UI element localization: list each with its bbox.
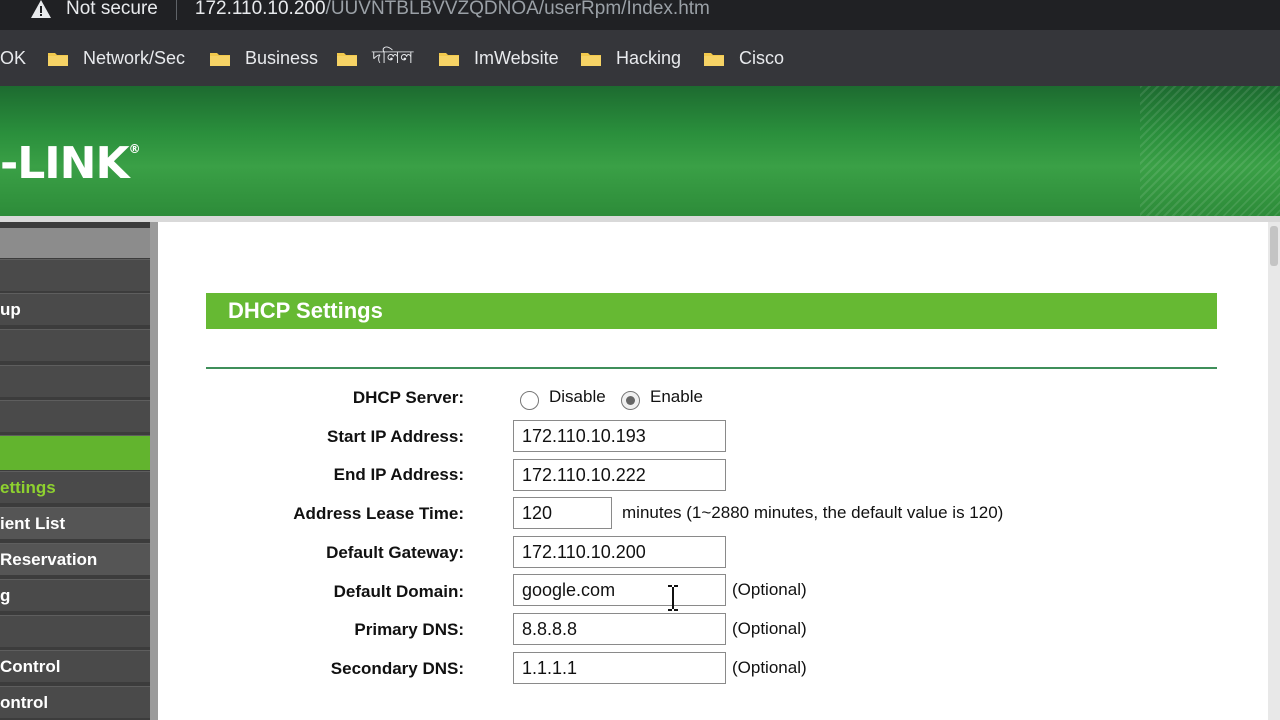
bookmarks-bar: OK Network/Sec Business দলিল ImWebsite H… [0,30,1280,86]
bookmark-business[interactable]: Business [209,46,318,70]
sidebar-item-label: up [0,299,21,319]
security-status-label[interactable]: Not secure [66,0,158,20]
sidebar-item[interactable] [0,259,150,291]
text-cursor-icon [668,585,678,611]
folder-icon [704,52,724,66]
tplink-logo: -LINK® [0,138,141,189]
start-ip-label: Start IP Address: [327,427,464,446]
bookmark-imwebsite[interactable]: ImWebsite [438,46,559,70]
bookmark-label: ImWebsite [474,47,559,68]
default-gateway-label: Default Gateway: [326,543,464,562]
vertical-scrollbar[interactable] [1268,222,1280,720]
dhcp-server-label: DHCP Server: [352,388,464,407]
folder-icon [439,52,459,66]
sidebar-item-label: g [0,585,11,605]
default-gateway-input[interactable]: 172.110.10.200 [513,536,726,568]
sidebar-item-label: ontrol [0,692,49,712]
enable-radio-label[interactable]: Enable [650,387,703,407]
folder-icon [581,52,601,66]
bookmark-label: দলিল [372,46,414,68]
sidebar-item[interactable] [0,365,150,397]
browser-address-bar[interactable]: Not secure 172.110.10.200 /UUVNTBLBVVZQD… [0,0,1280,30]
secondary-dns-optional: (Optional) [732,658,807,677]
secondary-dns-input[interactable]: 1.1.1.1 [513,652,726,684]
bookmark-cisco[interactable]: Cisco [703,46,784,70]
registered-mark: ® [128,142,141,156]
sidebar-item[interactable] [0,400,150,432]
bookmark-label: Network/Sec [83,47,186,68]
warning-icon[interactable] [30,0,52,19]
sidebar-item-address-reservation[interactable]: Reservation [0,543,150,575]
default-domain-optional: (Optional) [732,580,807,599]
scrollbar-thumb[interactable] [1270,226,1278,266]
sidebar-header [0,228,150,258]
sidebar-item-forwarding[interactable]: g [0,579,150,611]
bookmark-ok[interactable]: OK [0,46,26,70]
sidebar-item-dhcp-client-list[interactable]: ient List [0,507,150,539]
sidebar-item-access-control[interactable]: ontrol [0,686,150,718]
bookmark-label: Business [245,47,319,68]
sidebar-border [150,222,158,720]
lease-time-input[interactable]: 120 [513,497,612,529]
sidebar-item-label: ient List [0,513,66,533]
sidebar-menu: up ettings ient List Reservation g Contr… [0,222,158,720]
sidebar-item-label: Control [0,656,61,676]
enable-radio[interactable] [621,391,640,410]
bookmark-network-sec[interactable]: Network/Sec [47,46,185,70]
sidebar-item[interactable] [0,615,150,647]
router-header-banner: -LINK® [0,86,1280,220]
end-ip-label: End IP Address: [333,465,464,484]
default-domain-input[interactable]: google.com [513,574,726,606]
section-divider [206,367,1217,369]
logo-text: -LINK [0,138,130,189]
folder-icon [337,52,357,66]
default-domain-label: Default Domain: [333,582,464,601]
lease-time-label: Address Lease Time: [293,504,464,523]
sidebar-item-dhcp[interactable] [0,435,150,470]
sidebar-item-parental-control[interactable]: Control [0,650,150,682]
sidebar-item-dhcp-settings[interactable]: ettings [0,471,150,503]
section-title: DHCP Settings [206,293,1217,329]
folder-icon [48,52,68,66]
bookmark-hacking[interactable]: Hacking [580,46,681,70]
bookmark-label: OK [0,47,27,68]
sidebar-item-quick-setup[interactable]: up [0,293,150,325]
primary-dns-label: Primary DNS: [354,620,464,639]
bookmark-label: Hacking [616,47,682,68]
lease-time-hint: minutes (1~2880 minutes, the default val… [622,503,1004,522]
folder-icon [210,52,230,66]
disable-radio[interactable] [520,391,539,410]
primary-dns-optional: (Optional) [732,619,807,638]
disable-radio-label[interactable]: Disable [549,387,606,407]
main-content: DHCP Settings DHCP Server: Disable Enabl… [158,222,1268,720]
url-host[interactable]: 172.110.10.200 [195,0,326,20]
url-divider [175,0,177,20]
url-path[interactable]: /UUVNTBLBVVZQDNOA/userRpm/Index.htm [326,0,710,20]
section-title-text: DHCP Settings [228,298,383,323]
start-ip-input[interactable]: 172.110.10.193 [513,420,726,452]
end-ip-input[interactable]: 172.110.10.222 [513,459,726,491]
sidebar-item-label: ettings [0,477,56,497]
bookmark-label: Cisco [739,47,785,68]
sidebar-item[interactable] [0,329,150,361]
secondary-dns-label: Secondary DNS: [330,659,464,678]
primary-dns-input[interactable]: 8.8.8.8 [513,613,726,645]
bookmark-dolil[interactable]: দলিল [336,46,413,70]
sidebar-item-label: Reservation [0,549,98,569]
